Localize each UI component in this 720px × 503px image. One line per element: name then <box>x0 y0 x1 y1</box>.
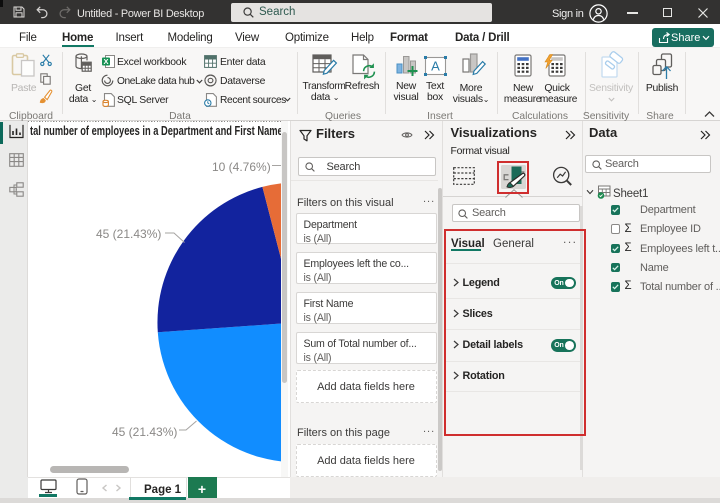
svg-text:X: X <box>103 57 108 66</box>
svg-text:A: A <box>431 59 440 74</box>
